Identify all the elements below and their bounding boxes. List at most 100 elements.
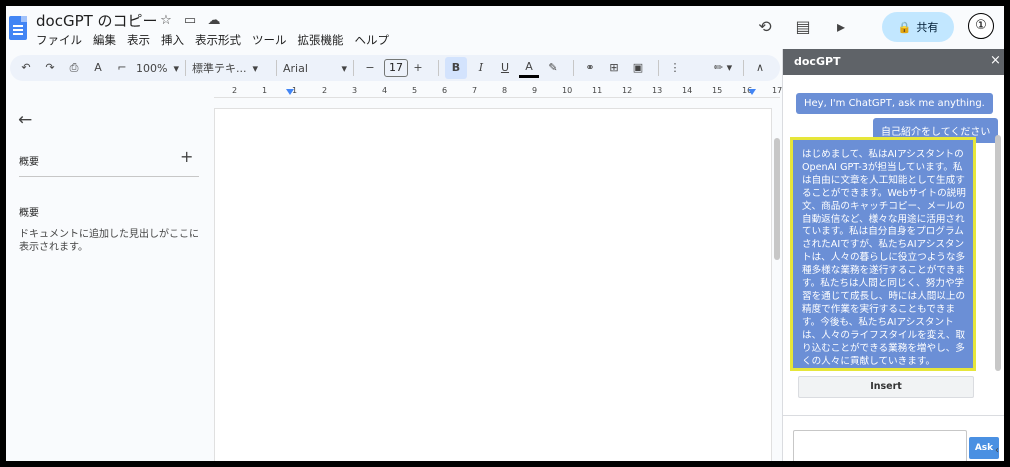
- style-value: 標準テキ...: [191, 62, 247, 75]
- bot-greeting-message: Hey, I'm ChatGPT, ask me anything.: [796, 93, 993, 114]
- move-folder-icon[interactable]: ▭: [182, 13, 198, 29]
- menu-extensions[interactable]: 拡張機能: [298, 32, 344, 48]
- history-icon[interactable]: ⟲: [754, 16, 776, 38]
- spellcheck-icon[interactable]: A: [88, 57, 108, 79]
- add-summary-icon[interactable]: +: [180, 147, 193, 166]
- meet-icon[interactable]: ▸: [830, 16, 852, 38]
- cloud-status-icon[interactable]: ☁: [206, 13, 222, 29]
- chevron-down-icon: ▾: [341, 61, 347, 75]
- image-icon[interactable]: ▣: [628, 57, 648, 79]
- document-outline-panel: ← 概要 + 概要 ドキュメントに追加した見出しがここに表示されます。: [6, 98, 214, 461]
- ruler-number: 13: [652, 86, 663, 95]
- title-icons: ☆ ▭ ☁: [158, 13, 222, 29]
- title-bar: docGPT のコピー ☆ ▭ ☁ ファイル 編集 表示 挿入 表示形式 ツール…: [6, 6, 1004, 52]
- divider: [437, 60, 439, 76]
- document-canvas: [214, 98, 772, 461]
- redo-icon[interactable]: ↷: [40, 57, 60, 79]
- lock-icon: 🔒: [897, 20, 912, 34]
- divider: [695, 60, 707, 76]
- italic-button[interactable]: I: [471, 57, 491, 79]
- comments-icon[interactable]: ▤: [792, 16, 814, 38]
- outline-empty-note: ドキュメントに追加した見出しがここに表示されます。: [19, 229, 199, 253]
- insert-button[interactable]: Insert: [798, 376, 974, 398]
- ask-input[interactable]: [793, 430, 967, 461]
- docgpt-title: docGPT: [794, 55, 841, 68]
- comment-icon[interactable]: ⊞: [604, 57, 624, 79]
- undo-icon[interactable]: ↶: [16, 57, 36, 79]
- ruler-number: 10: [562, 86, 573, 95]
- divider: [742, 60, 744, 76]
- account-avatar[interactable]: ①: [968, 13, 994, 39]
- divider: [572, 60, 574, 76]
- ruler-number: 2: [232, 86, 238, 95]
- menu-edit[interactable]: 編集: [93, 32, 116, 48]
- ruler-number: 12: [622, 86, 633, 95]
- style-select[interactable]: 標準テキ... ▾: [192, 60, 270, 76]
- zoom-select[interactable]: 100% ▾: [136, 62, 179, 75]
- chat-history: Hey, I'm ChatGPT, ask me anything. 自己紹介を…: [783, 75, 1004, 387]
- more-icon[interactable]: ⋮: [665, 57, 685, 79]
- link-icon[interactable]: ⚭: [580, 57, 600, 79]
- menu-tools[interactable]: ツール: [252, 32, 287, 48]
- increase-size-button[interactable]: +: [408, 57, 428, 79]
- collapse-toolbar-icon[interactable]: ∧: [750, 57, 770, 79]
- share-label: 共有: [916, 21, 939, 34]
- ruler[interactable]: 2 1 1 2 3 4 5 6 7 8 9 10 11 12 13 14 15 16 17: [214, 86, 783, 98]
- ruler-number: 11: [592, 86, 603, 95]
- menu-help[interactable]: ヘルプ: [355, 32, 390, 48]
- ruler-number: 4: [382, 86, 388, 95]
- outline-heading: 概要: [19, 208, 39, 219]
- collapse-panel-icon[interactable]: ‹: [995, 445, 999, 456]
- editing-mode-icon[interactable]: ✏ ▾: [713, 57, 733, 79]
- menu-view[interactable]: 表示: [127, 32, 150, 48]
- font-select[interactable]: Arial ▾: [283, 62, 347, 75]
- decrease-size-button[interactable]: −: [360, 57, 380, 79]
- menu-insert[interactable]: 挿入: [161, 32, 184, 48]
- left-indent-marker[interactable]: [286, 89, 294, 95]
- font-size-input[interactable]: 17: [383, 59, 408, 77]
- ruler-number: 5: [412, 86, 418, 95]
- chat-scrollbar[interactable]: [995, 135, 1001, 371]
- ruler-number: 2: [322, 86, 328, 95]
- right-indent-marker[interactable]: [748, 89, 756, 95]
- share-button[interactable]: 🔒 共有: [882, 12, 954, 42]
- bot-answer-message: はじめまして、私はAIアシスタントのOpenAI GPT-3が担当しています。私…: [790, 137, 976, 371]
- docs-logo-icon[interactable]: [9, 16, 27, 40]
- divider: [657, 60, 659, 76]
- ruler-number: 15: [712, 86, 723, 95]
- divider: [184, 60, 186, 76]
- text-color-button[interactable]: A: [518, 58, 539, 78]
- docgpt-header: docGPT ×: [783, 49, 1004, 75]
- docgpt-panel: docGPT × Hey, I'm ChatGPT, ask me anythi…: [782, 49, 1004, 461]
- menu-bar: ファイル 編集 表示 挿入 表示形式 ツール 拡張機能 ヘルプ: [36, 32, 400, 48]
- ruler-number: 14: [682, 86, 693, 95]
- back-arrow-icon[interactable]: ←: [18, 110, 32, 130]
- ruler-number: 9: [532, 86, 538, 95]
- app-window: docGPT のコピー ☆ ▭ ☁ ファイル 編集 表示 挿入 表示形式 ツール…: [6, 6, 1004, 461]
- paint-format-icon[interactable]: ⌐: [112, 57, 132, 79]
- font-value: Arial: [282, 61, 308, 75]
- header-actions: ⟲ ▤ ▸: [754, 16, 868, 38]
- menu-file[interactable]: ファイル: [36, 32, 82, 48]
- bold-button[interactable]: B: [444, 57, 467, 79]
- ruler-number: 3: [352, 86, 358, 95]
- ruler-number: 7: [472, 86, 478, 95]
- divider: [352, 60, 354, 76]
- divider: [275, 60, 277, 76]
- scrollbar-thumb[interactable]: [774, 138, 780, 260]
- chevron-down-icon: ▾: [252, 61, 259, 75]
- star-icon[interactable]: ☆: [158, 13, 174, 29]
- formatting-toolbar: ↶ ↷ ⎙ A ⌐ 100% ▾ 標準テキ... ▾ Arial ▾ − 17 + B…: [10, 55, 780, 81]
- ruler-number: 8: [502, 86, 508, 95]
- print-icon[interactable]: ⎙: [64, 57, 84, 79]
- menu-format[interactable]: 表示形式: [195, 32, 241, 48]
- underline-button[interactable]: U: [495, 57, 515, 79]
- document-title[interactable]: docGPT のコピー: [36, 10, 158, 31]
- close-icon[interactable]: ×: [990, 53, 1001, 68]
- document-scrollbar[interactable]: [773, 98, 781, 260]
- highlight-icon[interactable]: ✎: [543, 57, 563, 79]
- zoom-value: 100%: [136, 61, 168, 75]
- ruler-number: 17: [772, 86, 783, 95]
- document-page[interactable]: [214, 108, 772, 461]
- outline-summary-heading: 概要: [19, 157, 39, 168]
